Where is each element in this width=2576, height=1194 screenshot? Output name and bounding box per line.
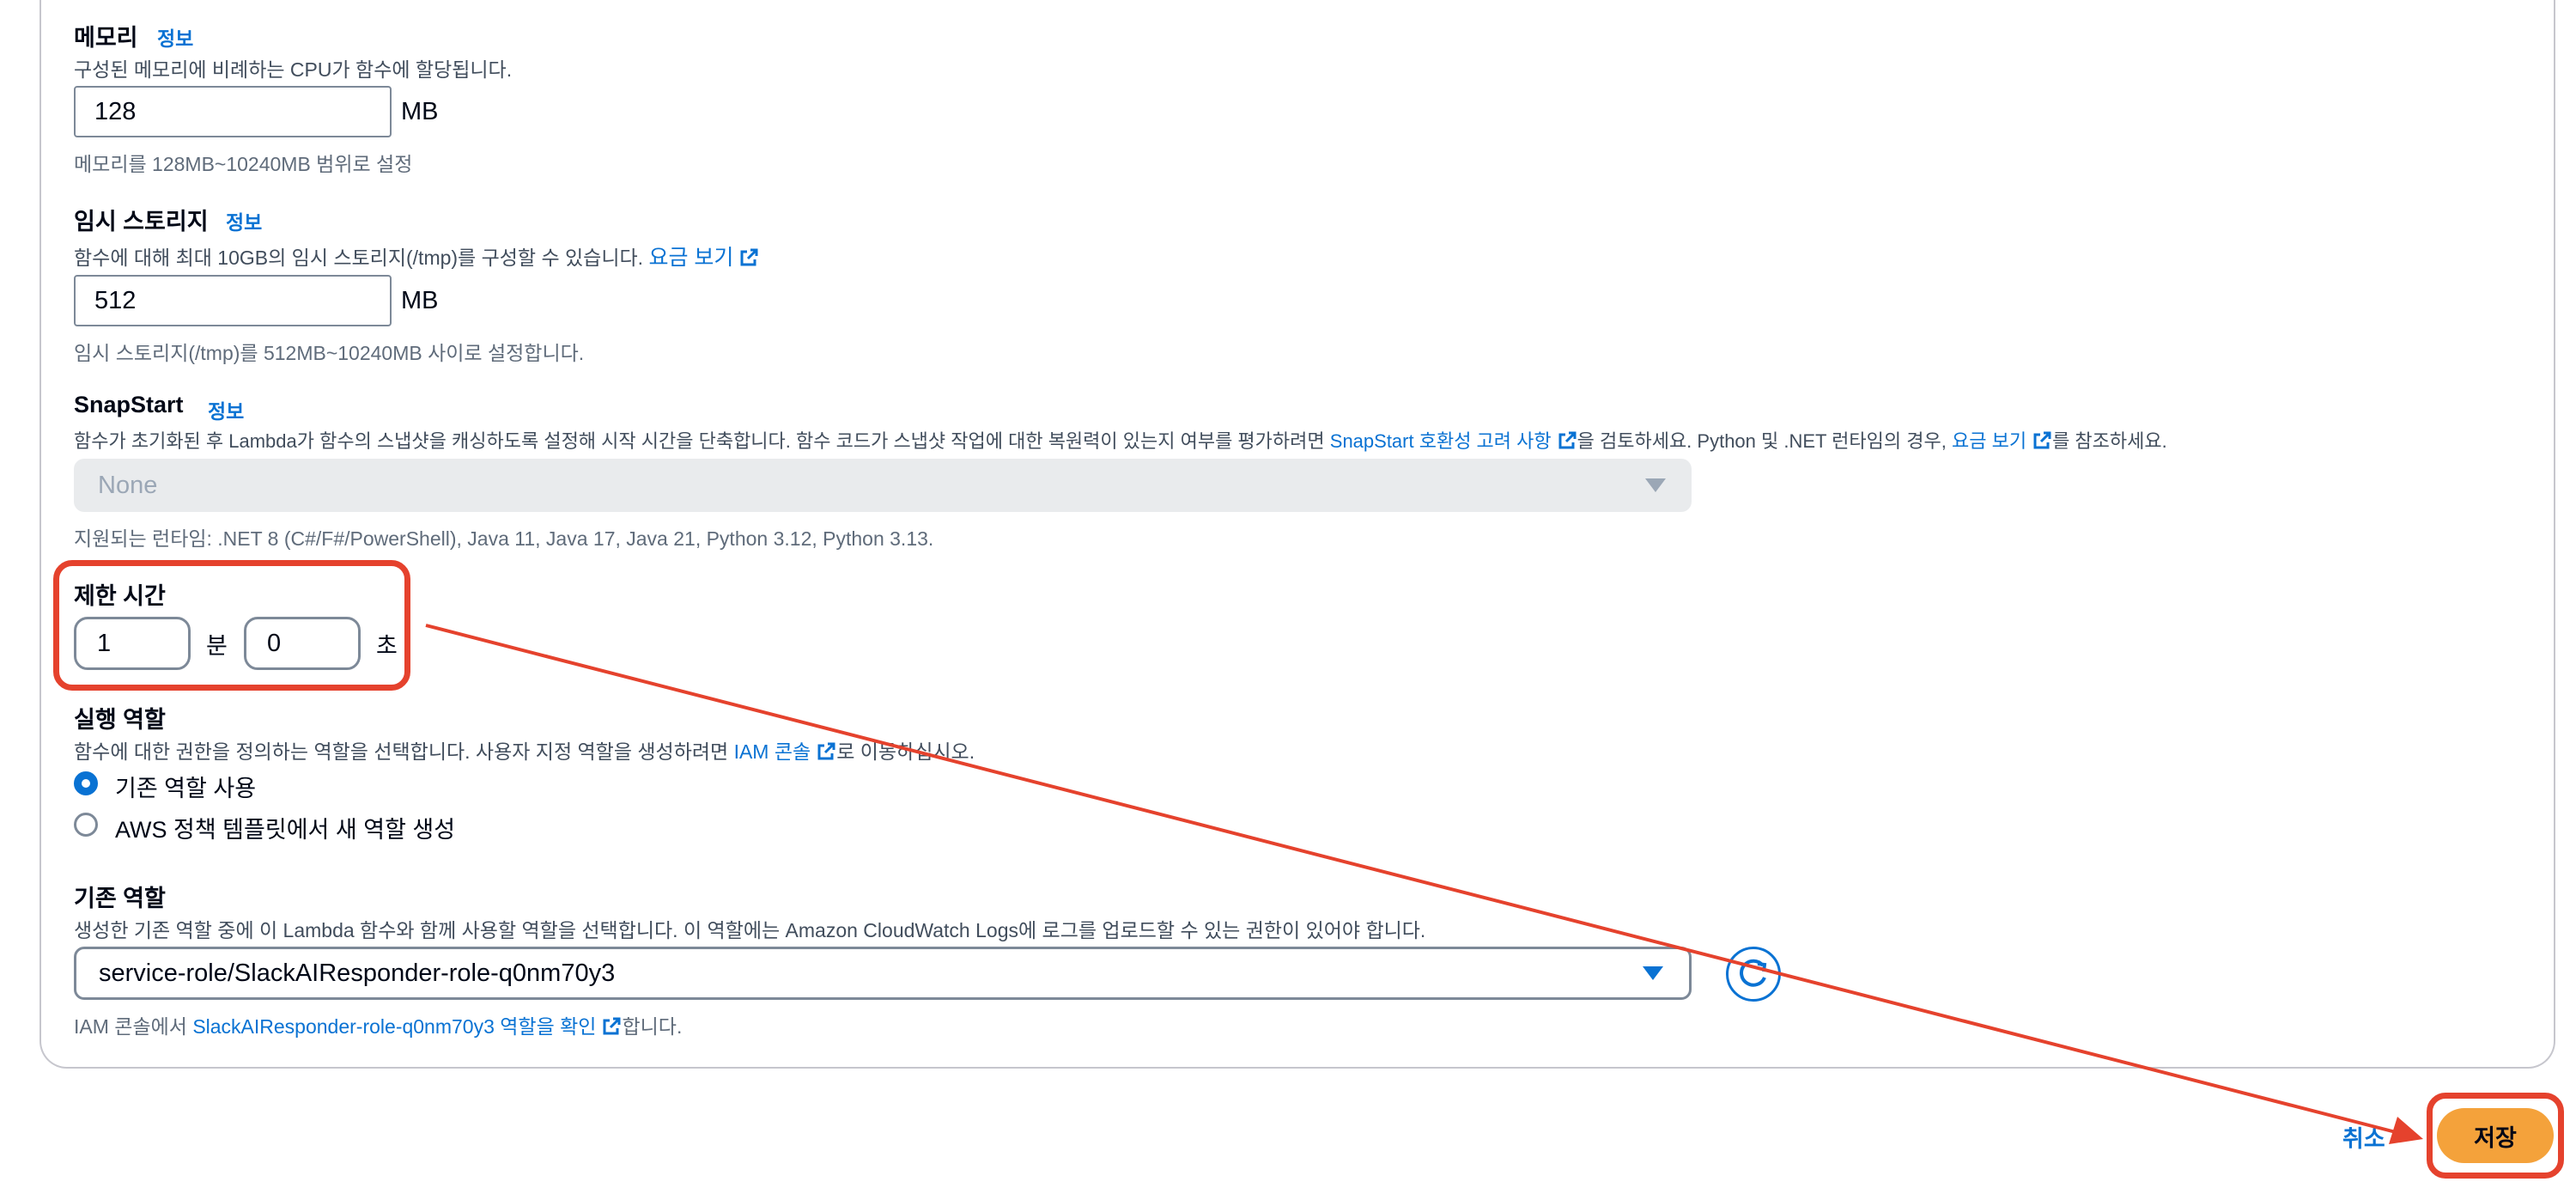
annotation-arrow xyxy=(425,624,2423,1144)
arrowhead-icon xyxy=(2389,1117,2423,1144)
